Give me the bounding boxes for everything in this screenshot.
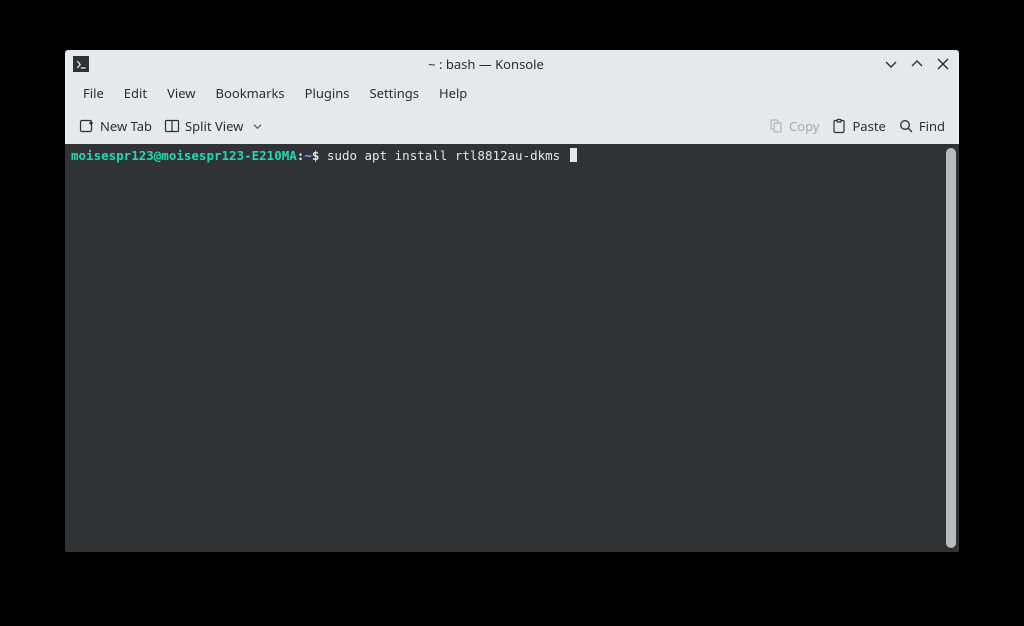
find-button[interactable]: Find bbox=[892, 113, 951, 139]
new-tab-label: New Tab bbox=[100, 117, 152, 135]
close-button[interactable] bbox=[935, 56, 951, 72]
minimize-button[interactable] bbox=[883, 56, 899, 72]
copy-button: Copy bbox=[762, 113, 825, 139]
scrollbar[interactable] bbox=[946, 148, 956, 548]
menu-help[interactable]: Help bbox=[429, 79, 477, 107]
menu-bookmarks[interactable]: Bookmarks bbox=[206, 79, 295, 107]
paste-icon bbox=[831, 118, 847, 134]
prompt-symbol: $ bbox=[312, 148, 320, 163]
prompt-path: ~ bbox=[304, 148, 312, 163]
menu-edit[interactable]: Edit bbox=[114, 79, 157, 107]
window-title: ~ : bash — Konsole bbox=[89, 55, 883, 73]
copy-label: Copy bbox=[789, 117, 819, 135]
paste-button[interactable]: Paste bbox=[825, 113, 891, 139]
konsole-window: ~ : bash — Konsole File Edit View Bookma… bbox=[65, 50, 959, 552]
split-view-label: Split View bbox=[185, 117, 243, 135]
prompt-user-host: moisespr123@moisespr123-E210MA bbox=[71, 148, 297, 163]
maximize-button[interactable] bbox=[909, 56, 925, 72]
menu-file[interactable]: File bbox=[73, 79, 114, 107]
menu-plugins[interactable]: Plugins bbox=[295, 79, 360, 107]
chevron-down-icon bbox=[253, 122, 262, 131]
search-icon bbox=[898, 118, 914, 134]
menu-settings[interactable]: Settings bbox=[360, 79, 429, 107]
titlebar[interactable]: ~ : bash — Konsole bbox=[65, 50, 959, 78]
app-icon bbox=[73, 56, 89, 72]
split-view-button[interactable]: Split View bbox=[158, 113, 268, 139]
menu-view[interactable]: View bbox=[157, 79, 205, 107]
copy-icon bbox=[768, 118, 784, 134]
new-tab-icon bbox=[79, 118, 95, 134]
cursor bbox=[570, 148, 577, 162]
split-view-icon bbox=[164, 118, 180, 134]
toolbar: New Tab Split View Copy Paste bbox=[65, 108, 959, 144]
new-tab-button[interactable]: New Tab bbox=[73, 113, 158, 139]
terminal-pane: moisespr123@moisespr123-E210MA:~$ sudo a… bbox=[65, 144, 959, 552]
paste-label: Paste bbox=[852, 117, 885, 135]
command-text: sudo apt install rtl8812au-dkms bbox=[327, 148, 560, 163]
menubar: File Edit View Bookmarks Plugins Setting… bbox=[65, 78, 959, 108]
window-controls bbox=[883, 56, 951, 72]
find-label: Find bbox=[919, 117, 945, 135]
terminal[interactable]: moisespr123@moisespr123-E210MA:~$ sudo a… bbox=[65, 144, 946, 552]
